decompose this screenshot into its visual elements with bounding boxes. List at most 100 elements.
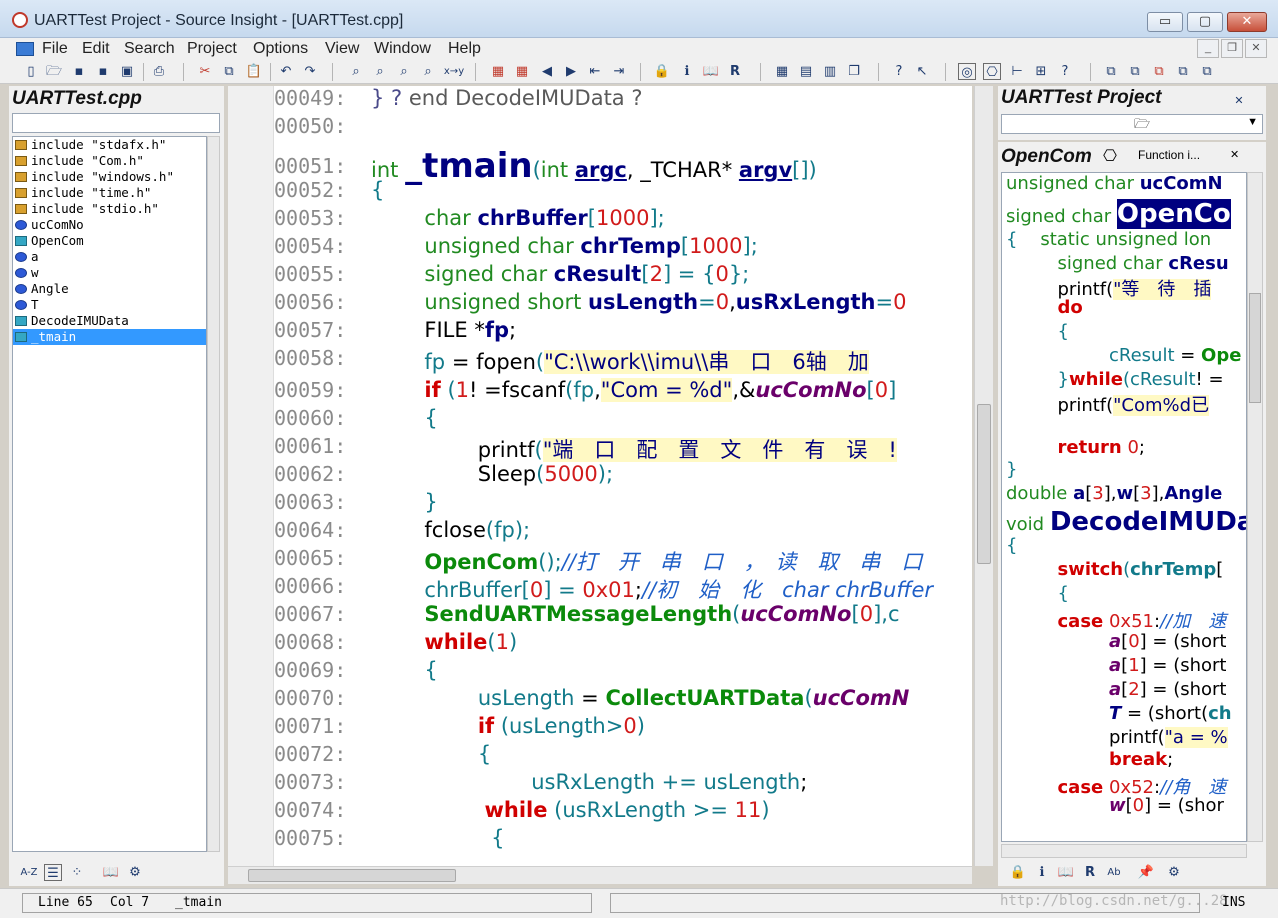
graph-options-icon[interactable]: ⧉ bbox=[1174, 63, 1192, 80]
context-horizontal-scrollbar[interactable] bbox=[1001, 844, 1247, 858]
editor-horizontal-scrollbar[interactable] bbox=[228, 866, 972, 884]
context-scrollbar[interactable] bbox=[1247, 172, 1263, 842]
copy-icon[interactable]: ⧉ bbox=[220, 63, 238, 80]
new-file-icon[interactable]: ▯ bbox=[22, 63, 40, 80]
context-code-view[interactable]: unsigned char ucComN signed char OpenCo{ … bbox=[1001, 172, 1247, 842]
chevron-down-icon[interactable]: ▼ bbox=[1247, 116, 1258, 128]
symbol-item-decodeimudata[interactable]: DecodeIMUData bbox=[13, 313, 206, 329]
pin-icon[interactable]: 📌 bbox=[1137, 864, 1155, 881]
layout-grid-icon[interactable]: ▦ bbox=[773, 63, 791, 80]
graph-icon[interactable]: ⧉ bbox=[1102, 63, 1120, 80]
context-help-icon[interactable]: ↖ bbox=[913, 63, 931, 80]
menu-search[interactable]: Search bbox=[124, 40, 175, 58]
paste-icon[interactable]: 📋 bbox=[245, 63, 263, 80]
open-file-icon[interactable]: 🗁 bbox=[45, 63, 63, 80]
jump-icon[interactable]: ? bbox=[890, 63, 908, 80]
document-menu-icon[interactable] bbox=[16, 42, 34, 56]
settings-icon[interactable]: ⚙ bbox=[126, 864, 144, 881]
call-tree-icon[interactable]: ⊢ bbox=[1008, 63, 1026, 80]
back-icon[interactable]: ◀ bbox=[538, 63, 556, 80]
graph-remove-icon[interactable]: ⧉ bbox=[1150, 63, 1168, 80]
indent-left-icon[interactable]: ⇤ bbox=[586, 63, 604, 80]
maximize-button[interactable]: ▢ bbox=[1187, 12, 1223, 32]
scrollbar-thumb[interactable] bbox=[1249, 293, 1261, 403]
list-view-icon[interactable]: ☰ bbox=[44, 864, 62, 881]
symbol-item-a[interactable]: a bbox=[13, 249, 206, 265]
font-icon[interactable]: Ab bbox=[1105, 864, 1123, 881]
symbol-list-scrollbar[interactable] bbox=[207, 136, 220, 852]
symbol-item-t[interactable]: T bbox=[13, 297, 206, 313]
menu-file[interactable]: File bbox=[42, 40, 68, 58]
browse-icon[interactable]: ◎ bbox=[958, 63, 976, 80]
layout-split-icon[interactable]: ▤ bbox=[797, 63, 815, 80]
print-icon[interactable]: ⎙ bbox=[150, 63, 168, 80]
close-button[interactable]: ✕ bbox=[1227, 12, 1267, 32]
bookmark-icon[interactable]: ▦ bbox=[489, 63, 507, 80]
code-editor[interactable]: 00049:} ? end DecodeIMUData ? 00050: 00051… bbox=[228, 86, 972, 866]
symbol-item-angle[interactable]: Angle bbox=[13, 281, 206, 297]
lock-icon[interactable]: 🔒 bbox=[653, 63, 671, 80]
query-icon[interactable]: ? bbox=[1056, 63, 1074, 80]
minimize-button[interactable]: ▭ bbox=[1147, 12, 1183, 32]
category-icon[interactable]: ⁘ bbox=[68, 864, 86, 881]
settings-icon[interactable]: ⚙ bbox=[1165, 864, 1183, 881]
scrollbar-thumb[interactable] bbox=[977, 404, 991, 564]
menu-edit[interactable]: Edit bbox=[82, 40, 110, 58]
symbol-item-uccomno[interactable]: ucComNo bbox=[13, 217, 206, 233]
symbol-item-w[interactable]: w bbox=[13, 265, 206, 281]
menu-window[interactable]: Window bbox=[374, 40, 431, 58]
book-icon[interactable]: 📖 bbox=[702, 63, 720, 80]
save-all-icon[interactable]: ▪ bbox=[94, 63, 112, 80]
scrollbar-thumb[interactable] bbox=[248, 869, 456, 882]
symbol-item-include-stdafx[interactable]: include "stdafx.h" bbox=[13, 137, 206, 153]
menu-view[interactable]: View bbox=[325, 40, 359, 58]
project-file-combobox[interactable]: 🗁 ▼ bbox=[1001, 114, 1263, 134]
find-next-icon[interactable]: ⌕ bbox=[371, 63, 389, 80]
forward-icon[interactable]: ▶ bbox=[562, 63, 580, 80]
editor-vertical-scrollbar[interactable] bbox=[974, 86, 993, 866]
book-icon[interactable]: 📖 bbox=[102, 864, 120, 881]
undo-icon[interactable]: ↶ bbox=[277, 63, 295, 80]
relation-icon[interactable]: ⎔ bbox=[1103, 146, 1117, 166]
symbol-filter-input[interactable] bbox=[12, 113, 220, 133]
replace-icon[interactable]: x→y bbox=[443, 63, 465, 80]
mdi-minimize-button[interactable]: _ bbox=[1197, 39, 1219, 58]
mdi-restore-button[interactable]: ❐ bbox=[1221, 39, 1243, 58]
menu-help[interactable]: Help bbox=[448, 40, 481, 58]
close-file-icon[interactable]: ▣ bbox=[118, 63, 136, 80]
hierarchy-icon[interactable]: ⊞ bbox=[1032, 63, 1050, 80]
search-files-icon[interactable]: ⌕ bbox=[419, 63, 437, 80]
layout-rows-icon[interactable]: ▥ bbox=[821, 63, 839, 80]
find-prev-icon[interactable]: ⌕ bbox=[395, 63, 413, 80]
save-icon[interactable]: ▪ bbox=[70, 63, 88, 80]
menu-options[interactable]: Options bbox=[253, 40, 308, 58]
symbol-info-icon[interactable]: ℹ bbox=[678, 63, 696, 80]
redo-icon[interactable]: ↷ bbox=[301, 63, 319, 80]
symbol-item-include-com[interactable]: include "Com.h" bbox=[13, 153, 206, 169]
panel-close-icon[interactable]: ✕ bbox=[1230, 92, 1248, 109]
references-icon[interactable]: R bbox=[726, 63, 744, 80]
lock-icon[interactable]: 🔒 bbox=[1009, 864, 1027, 881]
symbol-item-tmain[interactable]: _tmain bbox=[13, 329, 206, 345]
code-text: unsigned short usLength=0,usRxLength=0 bbox=[424, 290, 907, 314]
mdi-close-button[interactable]: ✕ bbox=[1245, 39, 1267, 58]
symbol-item-include-stdio[interactable]: include "stdio.h" bbox=[13, 201, 206, 217]
relation-icon[interactable]: ⎔ bbox=[983, 63, 1001, 80]
book-icon[interactable]: 📖 bbox=[1057, 864, 1075, 881]
symbol-info-icon[interactable]: ℹ bbox=[1033, 864, 1051, 881]
symbol-item-include-windows[interactable]: include "windows.h" bbox=[13, 169, 206, 185]
references-icon[interactable]: R bbox=[1081, 864, 1099, 881]
panel-close-icon[interactable]: ✕ bbox=[1230, 148, 1239, 161]
graph-settings-icon[interactable]: ⧉ bbox=[1198, 63, 1216, 80]
symbol-item-opencom[interactable]: OpenCom bbox=[13, 233, 206, 249]
sort-az-icon[interactable]: A-Z bbox=[18, 864, 40, 881]
symbol-item-include-time[interactable]: include "time.h" bbox=[13, 185, 206, 201]
indent-right-icon[interactable]: ⇥ bbox=[610, 63, 628, 80]
function-filter-label[interactable]: Function i... bbox=[1138, 148, 1200, 162]
graph-expand-icon[interactable]: ⧉ bbox=[1126, 63, 1144, 80]
cut-icon[interactable]: ✂ bbox=[196, 63, 214, 80]
find-icon[interactable]: ⌕ bbox=[347, 63, 365, 80]
menu-project[interactable]: Project bbox=[187, 40, 237, 58]
bookmark-list-icon[interactable]: ▦ bbox=[513, 63, 531, 80]
layout-cascade-icon[interactable]: ❐ bbox=[845, 63, 863, 80]
